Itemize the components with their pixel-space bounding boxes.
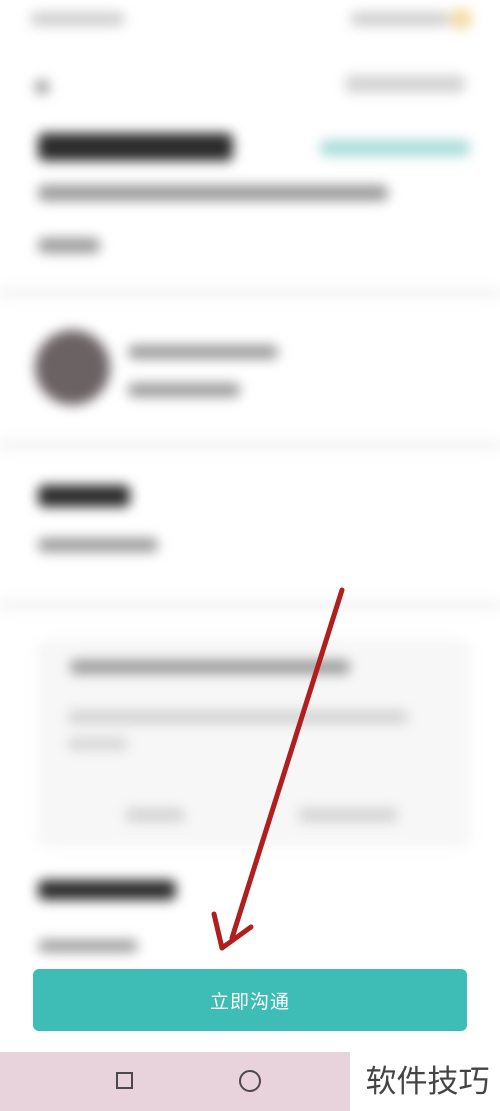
blurred-content — [0, 0, 500, 1111]
avatar — [35, 330, 110, 405]
status-bar-right — [350, 12, 450, 26]
section-divider — [0, 288, 500, 298]
card-option-placeholder — [125, 808, 185, 822]
card-line-placeholder — [68, 738, 128, 750]
card-heading-placeholder — [70, 660, 350, 674]
profile-info-placeholder — [128, 383, 240, 397]
status-bar-left — [30, 12, 125, 26]
page-title-placeholder — [38, 133, 233, 161]
circle-icon[interactable] — [239, 1070, 261, 1092]
square-icon[interactable] — [116, 1072, 133, 1089]
section-divider — [0, 600, 500, 610]
section-divider — [0, 440, 500, 450]
profile-name-placeholder — [128, 345, 278, 359]
contact-now-button[interactable]: 立即沟通 — [33, 969, 467, 1031]
card-line-placeholder — [68, 710, 408, 724]
back-icon — [35, 80, 49, 94]
section-title-placeholder — [38, 485, 130, 507]
title-tag-placeholder — [320, 140, 470, 156]
battery-icon — [450, 8, 472, 30]
card-option-placeholder — [298, 808, 398, 822]
section-text-placeholder — [38, 538, 158, 552]
header-actions — [345, 75, 465, 93]
watermark-text: 软件技巧 — [365, 1063, 490, 1100]
location-placeholder — [38, 238, 100, 253]
system-navigation-bar — [0, 1052, 350, 1111]
subtitle-placeholder — [38, 185, 388, 201]
section-title-placeholder — [38, 880, 176, 900]
section-text-placeholder — [38, 940, 138, 952]
